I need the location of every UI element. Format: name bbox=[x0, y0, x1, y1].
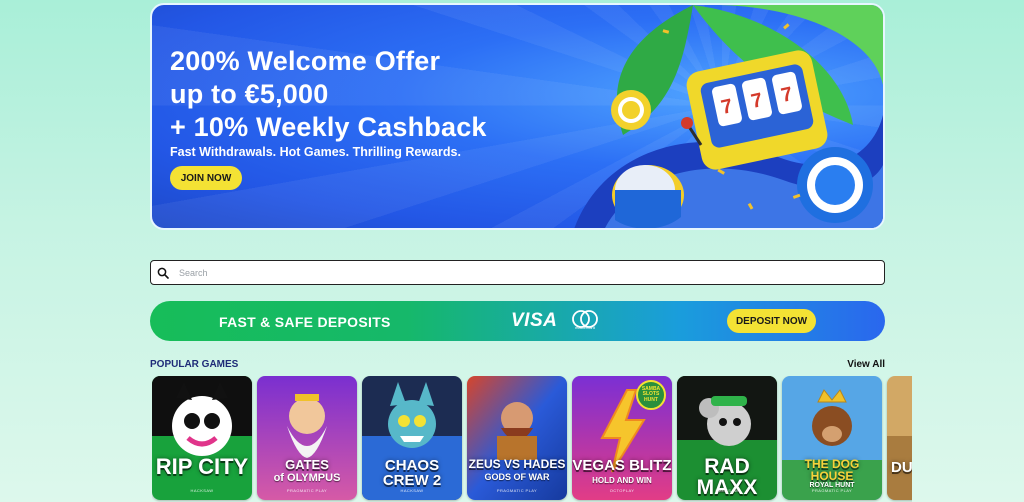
hero-banner[interactable]: 7 7 7 200% Welcome Offer up to €5,000 + … bbox=[150, 3, 885, 230]
game-provider: HACKSAW bbox=[400, 488, 424, 493]
hero-text: 200% Welcome Offer up to €5,000 + 10% We… bbox=[170, 45, 487, 159]
join-now-button[interactable]: JOIN NOW bbox=[170, 166, 242, 190]
game-tile-zeus-vs-hades[interactable]: ZEUS VS HADES GODS OF WAR PRAGMATIC PLAY bbox=[467, 376, 567, 500]
hero-headline-3: + 10% Weekly Cashback bbox=[170, 112, 487, 142]
mastercard-label: mastercard bbox=[574, 325, 595, 330]
view-all-link[interactable]: View All bbox=[847, 359, 885, 370]
game-tile-gates-of-olympus[interactable]: GATES of OLYMPUS PRAGMATIC PLAY bbox=[257, 376, 357, 500]
games-carousel: RIP CITY HACKSAW GATES of OLYMPUS PRAGMA… bbox=[152, 376, 912, 502]
game-provider: OCTOPLAY bbox=[609, 488, 635, 493]
game-provider: PRAGMATIC PLAY bbox=[811, 488, 853, 493]
game-tile-chaos-crew-2[interactable]: CHAOS CREW 2 HACKSAW bbox=[362, 376, 462, 500]
samba-slots-hunt-badge: SAMBA SLOTS HUNT bbox=[636, 380, 666, 410]
game-title: GATES bbox=[285, 457, 329, 472]
deposit-now-button[interactable]: DEPOSIT NOW bbox=[727, 309, 816, 333]
game-title: ZEUS VS HADES bbox=[468, 457, 566, 471]
hero-headline-1: 200% Welcome Offer bbox=[170, 46, 441, 76]
game-title: DU bbox=[891, 459, 912, 476]
search-icon bbox=[157, 267, 169, 279]
game-provider: HACKSAW bbox=[715, 488, 739, 493]
game-provider: PRAGMATIC PLAY bbox=[286, 488, 328, 493]
game-art bbox=[152, 376, 252, 500]
game-subtitle: of OLYMPUS bbox=[273, 472, 341, 484]
game-subtitle: HOLD AND WIN bbox=[592, 476, 652, 485]
game-tile-rip-city[interactable]: RIP CITY HACKSAW bbox=[152, 376, 252, 500]
hero-headline-2: up to €5,000 bbox=[170, 79, 329, 109]
mastercard-logo bbox=[572, 310, 598, 328]
game-title: CHAOS CREW 2 bbox=[382, 457, 442, 489]
game-tile-vegas-blitz[interactable]: SAMBA SLOTS HUNT VEGAS BLITZ HOLD AND WI… bbox=[572, 376, 672, 500]
search-input[interactable] bbox=[179, 267, 859, 278]
deposit-title: FAST & SAFE DEPOSITS bbox=[219, 314, 391, 330]
game-provider: HACKSAW bbox=[190, 488, 214, 493]
visa-logo: VISA bbox=[511, 310, 558, 331]
search-bar[interactable] bbox=[150, 260, 885, 285]
game-subtitle: GODS OF WAR bbox=[484, 472, 550, 482]
game-tile-the-dog-house[interactable]: THE DOG HOUSE ROYAL HUNT PRAGMATIC PLAY bbox=[782, 376, 882, 500]
popular-games-title: POPULAR GAMES bbox=[150, 359, 239, 370]
game-art bbox=[887, 376, 912, 500]
slot-machine-illustration: 7 7 7 bbox=[574, 5, 883, 228]
game-title: RIP CITY bbox=[155, 454, 249, 479]
hero-subtitle: Fast Withdrawals. Hot Games. Thrilling R… bbox=[170, 145, 461, 159]
game-tile-rad-maxx[interactable]: RAD MAXX HACKSAW bbox=[677, 376, 777, 500]
game-title: VEGAS BLITZ bbox=[572, 457, 672, 474]
game-provider: PRAGMATIC PLAY bbox=[496, 488, 538, 493]
game-title-line-2: HOUSE bbox=[810, 469, 854, 483]
deposit-banner: FAST & SAFE DEPOSITS VISA mastercard DEP… bbox=[150, 301, 885, 341]
game-tile-partial[interactable]: DU bbox=[887, 376, 912, 500]
